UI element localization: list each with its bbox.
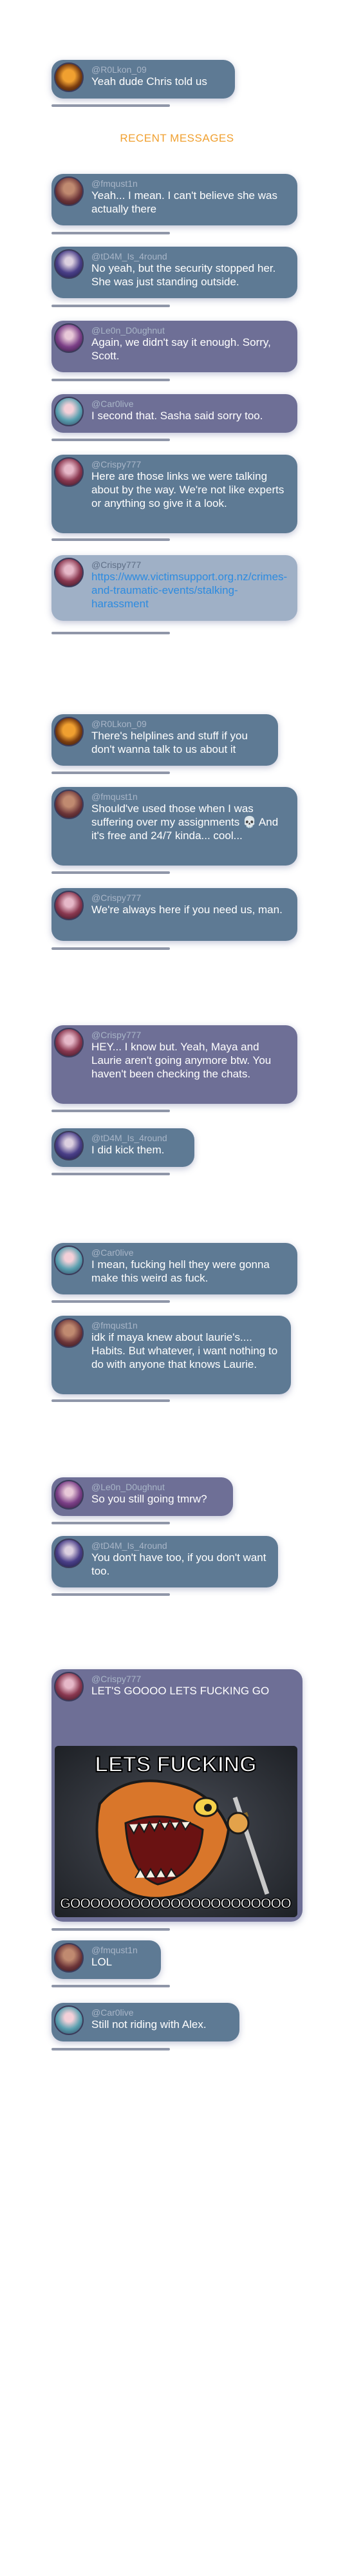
avatar[interactable] — [54, 1480, 84, 1510]
message-bubble[interactable]: @Le0n_D0ughnut Again, we didn't say it e… — [51, 321, 297, 372]
message-text: HEY... I know but. Yeah, Maya and Laurie… — [91, 1041, 272, 1080]
message-text: Yeah dude Chris told us — [91, 75, 207, 88]
support-link[interactable]: https://www.victimsupport.org.nz/crimes-… — [91, 570, 291, 611]
message-username[interactable]: @fmqust1n — [91, 1945, 154, 1955]
message-bubble[interactable]: @Car0live I mean, fucking hell they were… — [51, 1243, 297, 1294]
avatar[interactable] — [54, 457, 84, 487]
avatar[interactable] — [54, 1672, 84, 1701]
message-divider — [51, 1173, 170, 1175]
avatar[interactable] — [54, 1245, 84, 1275]
message-bubble[interactable]: @fmqust1n Should've used those when I wa… — [51, 787, 297, 866]
section-header: RECENT MESSAGES — [120, 132, 234, 144]
message-text: Again, we didn't say it enough. Sorry, S… — [91, 336, 271, 362]
message-divider — [51, 1300, 170, 1303]
message-bubble[interactable]: @fmqust1n LOL — [51, 1940, 161, 1979]
message-divider — [51, 2048, 170, 2050]
message-username[interactable]: @R0Lkon_09 — [91, 64, 228, 75]
avatar[interactable] — [54, 1943, 84, 1973]
message-username[interactable]: @Crispy777 — [91, 1674, 296, 1684]
message-username[interactable]: @Crispy777 — [91, 893, 291, 903]
message-username[interactable]: @tD4M_Is_4round — [91, 251, 291, 261]
message-divider — [51, 305, 170, 307]
message-text: idk if maya knew about laurie's.... Habi… — [91, 1331, 278, 1370]
message-bubble[interactable]: @tD4M_Is_4round No yeah, but the securit… — [51, 247, 297, 298]
message-text: You don't have too, if you don't want to… — [91, 1551, 266, 1577]
meme-top-text: LETS FUCKING — [95, 1752, 256, 1777]
message-text: So you still going tmrw? — [91, 1493, 207, 1505]
message-text: LET'S GOOOO LETS FUCKING GO — [91, 1685, 270, 1697]
message-username[interactable]: @Car0live — [91, 2007, 233, 2018]
avatar[interactable] — [54, 790, 84, 819]
message-divider — [51, 1110, 170, 1112]
message-divider — [51, 1399, 170, 1402]
message-username[interactable]: @Car0live — [91, 1247, 291, 1258]
message-username[interactable]: @fmqust1n — [91, 178, 291, 189]
message-username[interactable]: @fmqust1n — [91, 791, 291, 802]
meme-image[interactable]: LETS FUCKING GOOOOOOOOOOOOOOOOOOOOOO — [55, 1746, 297, 1917]
message-divider — [51, 1985, 170, 1987]
message-username[interactable]: @Car0live — [91, 399, 291, 409]
avatar[interactable] — [54, 1131, 84, 1160]
avatar[interactable] — [54, 1539, 84, 1568]
message-divider — [51, 439, 170, 441]
meme-graphic: LETS FUCKING GOOOOOOOOOOOOOOOOOOOOOO — [55, 1746, 297, 1917]
message-text: There's helplines and stuff if you don't… — [91, 730, 248, 755]
message-bubble[interactable]: @tD4M_Is_4round You don't have too, if y… — [51, 1536, 278, 1587]
avatar[interactable] — [54, 717, 84, 746]
message-text: Yeah... I mean. I can't believe she was … — [91, 189, 277, 215]
meme-bottom-text: GOOOOOOOOOOOOOOOOOOOOOO — [60, 1895, 292, 1911]
message-text: LOL — [91, 1956, 113, 1968]
message-divider — [51, 632, 170, 634]
message-text: Should've used those when I was sufferin… — [91, 802, 279, 842]
avatar[interactable] — [54, 249, 84, 279]
message-divider — [51, 1928, 170, 1931]
message-bubble[interactable]: @fmqust1n Yeah... I mean. I can't believ… — [51, 174, 297, 225]
message-bubble[interactable]: @Crispy777 We're always here if you need… — [51, 888, 297, 941]
avatar[interactable] — [54, 397, 84, 426]
message-divider — [51, 947, 170, 950]
message-divider — [51, 871, 170, 874]
message-divider — [51, 1593, 170, 1596]
message-username[interactable]: @Crispy777 — [91, 1030, 291, 1040]
message-username[interactable]: @tD4M_Is_4round — [91, 1540, 272, 1551]
message-bubble[interactable]: @Crispy777 HEY... I know but. Yeah, Maya… — [51, 1025, 297, 1104]
message-bubble[interactable]: @Car0live Still not riding with Alex. — [51, 2003, 239, 2041]
avatar[interactable] — [54, 62, 84, 92]
message-text: I second that. Sasha said sorry too. — [91, 410, 263, 422]
message-text: No yeah, but the security stopped her. S… — [91, 262, 276, 288]
avatar[interactable] — [54, 558, 84, 587]
message-divider — [51, 538, 170, 541]
message-username[interactable]: @Le0n_D0ughnut — [91, 325, 291, 336]
message-username[interactable]: @Le0n_D0ughnut — [91, 1482, 227, 1492]
message-username[interactable]: @tD4M_Is_4round — [91, 1133, 188, 1143]
message-text: I mean, fucking hell they were gonna mak… — [91, 1258, 270, 1284]
avatar[interactable] — [54, 176, 84, 206]
message-divider — [51, 772, 170, 774]
message-bubble[interactable]: @fmqust1n idk if maya knew about laurie'… — [51, 1316, 291, 1394]
message-bubble[interactable]: @Le0n_D0ughnut So you still going tmrw? — [51, 1477, 233, 1516]
message-divider — [51, 232, 170, 234]
message-text: We're always here if you need us, man. — [91, 904, 283, 916]
avatar[interactable] — [54, 891, 84, 920]
message-bubble[interactable]: @Car0live I second that. Sasha said sorr… — [51, 394, 297, 433]
message-bubble[interactable]: @Crispy777 Here are those links we were … — [51, 455, 297, 533]
avatar[interactable] — [54, 1318, 84, 1348]
message-text: I did kick them. — [91, 1144, 165, 1156]
message-divider — [51, 104, 170, 107]
message-username[interactable]: @Crispy777 — [91, 560, 291, 570]
message-divider — [51, 1522, 170, 1524]
message-text: Still not riding with Alex. — [91, 2018, 207, 2031]
avatar[interactable] — [54, 1028, 84, 1057]
message-bubble[interactable]: @R0Lkon_09 Yeah dude Chris told us — [51, 60, 235, 99]
message-username[interactable]: @Crispy777 — [91, 459, 291, 469]
message-bubble[interactable]: @tD4M_Is_4round I did kick them. — [51, 1128, 194, 1167]
avatar[interactable] — [54, 323, 84, 353]
message-username[interactable]: @fmqust1n — [91, 1320, 284, 1331]
message-bubble[interactable]: @Crispy777 https://www.victimsupport.org… — [51, 555, 297, 621]
message-divider — [51, 379, 170, 381]
avatar[interactable] — [54, 2005, 84, 2035]
message-username[interactable]: @R0Lkon_09 — [91, 719, 272, 729]
message-bubble[interactable]: @R0Lkon_09 There's helplines and stuff i… — [51, 714, 278, 766]
message-text: Here are those links we were talking abo… — [91, 470, 284, 509]
